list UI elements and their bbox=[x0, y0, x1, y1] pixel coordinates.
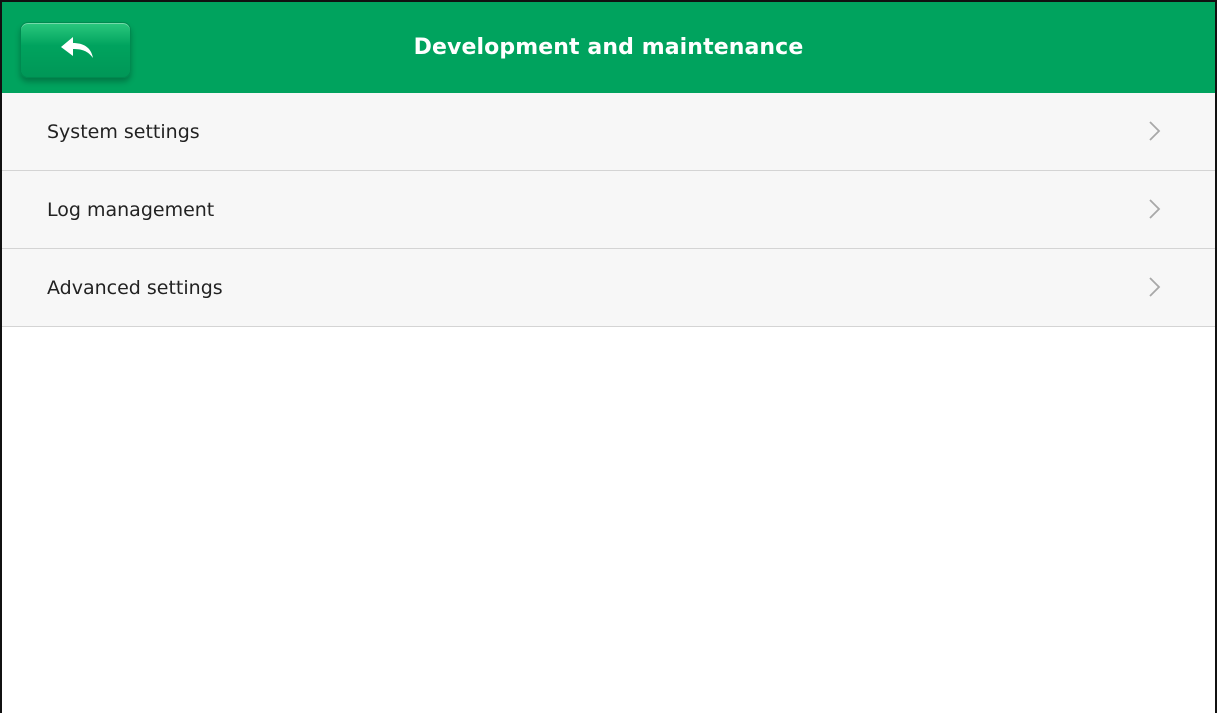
menu-item-advanced-settings[interactable]: Advanced settings bbox=[2, 249, 1215, 327]
menu-item-label: Log management bbox=[47, 199, 215, 221]
app-frame: Development and maintenance System setti… bbox=[0, 0, 1217, 713]
back-button[interactable] bbox=[20, 22, 131, 78]
menu-item-label: Advanced settings bbox=[47, 277, 223, 299]
menu-item-label: System settings bbox=[47, 121, 200, 143]
menu-item-log-management[interactable]: Log management bbox=[2, 171, 1215, 249]
page-title: Development and maintenance bbox=[413, 35, 804, 60]
chevron-right-icon bbox=[1149, 121, 1161, 141]
back-arrow-icon bbox=[61, 37, 93, 58]
chevron-right-icon bbox=[1149, 277, 1161, 297]
menu-item-system-settings[interactable]: System settings bbox=[2, 93, 1215, 171]
top-app-bar: Development and maintenance bbox=[2, 2, 1215, 93]
chevron-right-icon bbox=[1149, 199, 1161, 219]
settings-menu: System settings Log management Advanced … bbox=[2, 93, 1215, 327]
